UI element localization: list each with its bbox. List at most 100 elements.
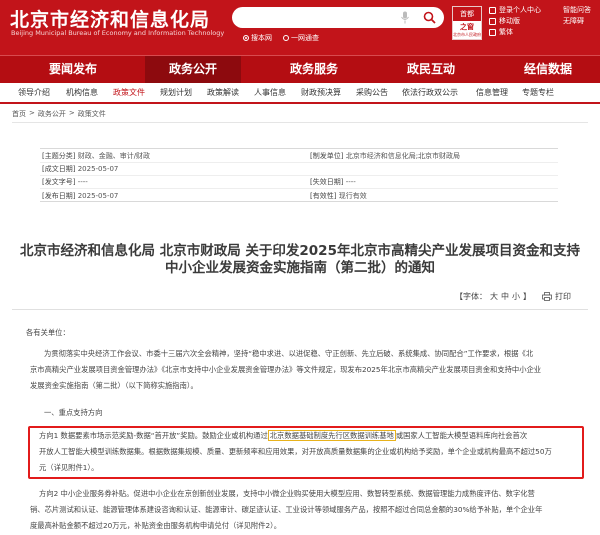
seal-bottom-text: 北京市人民政府 (453, 32, 481, 37)
seal-top-text: 首都 (453, 7, 481, 21)
print-label: 打印 (555, 292, 571, 301)
search-scope-site-label: 搜本网 (251, 34, 272, 42)
font-large-button[interactable]: 大 (490, 291, 498, 302)
font-small-button[interactable]: 小 (512, 291, 520, 302)
accessibility-label: 无障碍 (563, 17, 584, 25)
greeting: 各有关单位： (26, 328, 70, 337)
nav-data[interactable]: 经信数据 (500, 56, 596, 83)
subnav-policy-interpretation[interactable]: 政策解读 (207, 87, 239, 98)
direction-2-line-2: 销、芯片测试和认证、能源管理体系建设咨询和认证、能源审计、碳足迹认证、工业设计等… (30, 505, 543, 514)
smart-qa-link[interactable]: 智能问答 (563, 5, 591, 15)
traditional-link[interactable]: 繁体 (489, 27, 513, 37)
subnav-leaders[interactable]: 领导介绍 (18, 87, 50, 98)
nav-interaction[interactable]: 政民互动 (383, 56, 479, 83)
nav-gov-affairs[interactable]: 政务公开 (145, 56, 241, 83)
intro-line-1: 为贯彻落实中央经济工作会议、市委十三届六次全会精神，坚持“稳中求进、以进促稳、守… (44, 349, 534, 358)
section-heading-support: 一、重点支持方向 (44, 408, 103, 417)
meta-date-label: [成文日期] (42, 165, 76, 173)
subnav-info-management[interactable]: 信息管理 (476, 87, 508, 98)
subnav-special-topics[interactable]: 专题专栏 (522, 87, 554, 98)
meta-subject-value: 财政、金融、审计/财政 (77, 152, 151, 160)
breadcrumb: 首页 > 政务公开 > 政策文件 (12, 109, 106, 119)
meta-expire-value: ---- (345, 178, 356, 186)
breadcrumb-home[interactable]: 首页 (12, 109, 26, 119)
smart-qa-label: 智能问答 (563, 6, 591, 14)
printer-icon (542, 292, 552, 301)
login-link[interactable]: 登录个人中心 (489, 5, 541, 15)
breadcrumb-divider (12, 122, 588, 123)
subnav-budget[interactable]: 财政预决算 (301, 87, 341, 98)
direction-1-line-1: 方向1 数据要素市场示范奖励-数据“首开放”奖励。鼓励企业或机构通过 北京数据基础… (39, 428, 527, 444)
subnav-plans[interactable]: 规划计划 (160, 87, 192, 98)
subnav-policy-docs[interactable]: 政策文件 (113, 87, 145, 98)
font-size-close: 】 (523, 292, 531, 301)
font-medium-button[interactable]: 中 (501, 291, 509, 302)
nav-gov-services[interactable]: 政务服务 (266, 56, 362, 83)
document-title-line1: 北京市经济和信息化局 北京市财政局 关于印发2025年北京市高精尖产业发展项目资… (20, 243, 580, 259)
intro-line-2: 京市高精尖产业发展项目资金管理办法》《北京市支持中小企业发展资金管理办法》等文件… (30, 365, 542, 374)
login-link-label: 登录个人中心 (499, 6, 541, 14)
meta-pub-value: 2025-05-07 (77, 192, 119, 200)
breadcrumb-separator: > (68, 109, 75, 117)
document-meta-table: [主题分类] 财政、金融、审计/财政 [制发单位] 北京市经济和信息化局;北京市… (40, 148, 558, 202)
user-icon (489, 6, 496, 14)
meta-expire: [失效日期] ---- (310, 177, 356, 187)
meta-row-divider (40, 175, 558, 176)
meta-expire-label: [失效日期] (310, 178, 344, 186)
traditional-link-label: 繁体 (499, 28, 513, 36)
capital-window-seal[interactable]: 首都 之窗 北京市人民政府 (452, 6, 482, 40)
direction-1-line-3: 元（详见附件1）。 (39, 463, 99, 472)
traditional-icon (489, 28, 496, 36)
meta-date-value: 2025-05-07 (77, 165, 119, 173)
meta-pub-label: [发布日期] (42, 192, 76, 200)
search-input[interactable] (232, 7, 444, 28)
content-divider (12, 309, 588, 310)
mobile-link[interactable]: 移动版 (489, 16, 520, 26)
meta-ref-value: ---- (77, 178, 88, 186)
meta-issuer: [制发单位] 北京市经济和信息化局;北京市财政局 (310, 151, 460, 161)
mobile-icon (489, 17, 496, 25)
meta-pub-date: [发布日期] 2025-05-07 (42, 191, 118, 201)
breadcrumb-policy-docs[interactable]: 政策文件 (78, 109, 106, 119)
subnav-public-notice[interactable]: 依法行政双公示 (402, 87, 458, 98)
meta-ref: [发文字号] ---- (42, 177, 88, 187)
search-scope-site[interactable]: 搜本网 (243, 33, 272, 43)
meta-validity: [有效性] 现行有效 (310, 191, 367, 201)
nav-news[interactable]: 要闻发布 (25, 56, 121, 83)
subnav-org-info[interactable]: 机构信息 (66, 87, 98, 98)
accessibility-link[interactable]: 无障碍 (563, 16, 584, 26)
meta-row-divider (40, 188, 558, 189)
print-button[interactable]: 打印 (542, 291, 571, 302)
subnav-procurement[interactable]: 采购公告 (356, 87, 388, 98)
breadcrumb-separator: > (29, 109, 35, 117)
meta-valid-value: 现行有效 (338, 192, 367, 200)
search-scope-all[interactable]: 一网通查 (283, 33, 319, 43)
font-size-controls: 【字体： 大 中 小 】 (455, 291, 531, 302)
meta-row-divider (40, 162, 558, 163)
site-logo-subtitle: Beijing Municipal Bureau of Economy and … (11, 29, 225, 37)
direction-1-post: 或国家人工智能大模型语料库向社会首次 (395, 431, 528, 440)
site-logo-title[interactable]: 北京市经济和信息化局 (10, 5, 210, 32)
meta-issuer-label: [制发单位] (310, 152, 344, 160)
breadcrumb-gov-affairs[interactable]: 政务公开 (38, 109, 66, 119)
site-header: 北京市经济和信息化局 Beijing Municipal Bureau of E… (0, 0, 600, 55)
direction-1-line-2: 开放人工智能大模型训练数据集。根据数据集规模、质量、更新频率和应用效果，对开放高… (39, 447, 552, 456)
font-size-label: 【字体： (455, 292, 487, 301)
meta-valid-label: [有效性] (310, 192, 337, 200)
meta-subject-label: [主题分类] (42, 152, 76, 160)
search-icon[interactable] (423, 11, 436, 24)
microphone-icon[interactable] (400, 11, 410, 24)
direction-1-pre: 方向1 数据要素市场示范奖励-数据“首开放”奖励。鼓励企业或机构通过 (39, 431, 268, 440)
mobile-link-label: 移动版 (499, 17, 520, 25)
document-title: 北京市经济和信息化局 北京市财政局 关于印发2025年北京市高精尖产业发展项目资… (20, 243, 580, 277)
meta-issuer-value: 北京市经济和信息化局;北京市财政局 (345, 152, 461, 160)
subnav-personnel[interactable]: 人事信息 (254, 87, 286, 98)
intro-line-3: 发展资金实施指南（第二批）（以下简称实施指南）。 (30, 381, 198, 390)
radio-unchecked-icon (283, 35, 289, 41)
radio-checked-icon (243, 35, 249, 41)
seal-mid-text: 之窗 (460, 23, 474, 31)
main-nav: 要闻发布 政务公开 政务服务 政民互动 经信数据 (0, 55, 600, 83)
sub-nav: 领导介绍 机构信息 政策文件 规划计划 政策解读 人事信息 财政预决算 采购公告… (0, 83, 600, 104)
meta-ref-label: [发文字号] (42, 178, 76, 186)
meta-subject: [主题分类] 财政、金融、审计/财政 (42, 151, 150, 161)
